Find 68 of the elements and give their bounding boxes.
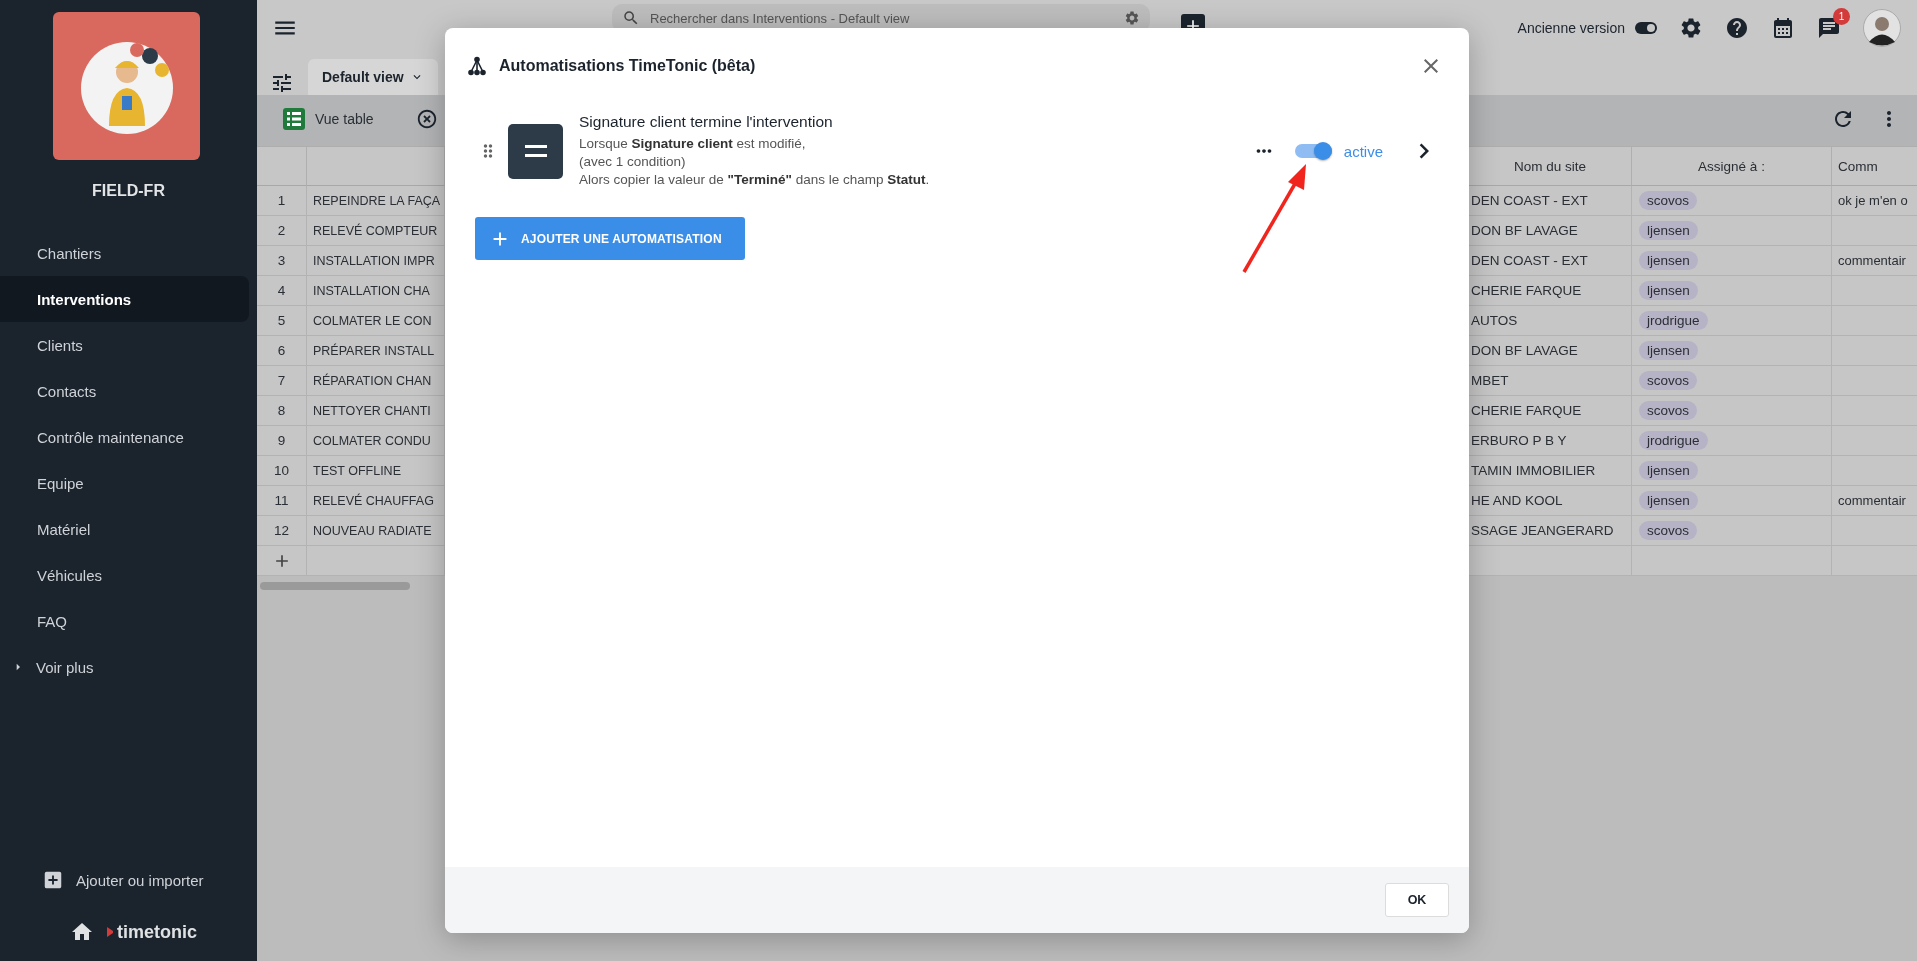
row-number: 1 — [257, 186, 307, 216]
row-number: 7 — [257, 366, 307, 396]
settings-icon[interactable] — [1679, 15, 1703, 40]
table-cell: commentair — [1832, 486, 1917, 516]
notification-badge: 1 — [1833, 7, 1850, 25]
row-number: 9 — [257, 426, 307, 456]
status-label: active — [1343, 142, 1383, 160]
avatar[interactable] — [1863, 8, 1901, 47]
assignee-tag: scovos — [1639, 191, 1698, 210]
assignee-tag: ljensen — [1639, 491, 1698, 510]
brand-logo: timetonic — [106, 921, 197, 943]
automation-description: Lorsque Signature client est modifié, (avec 1 condition) Alors copier la valeur de "Terminé" dans le champ Statut. — [579, 135, 930, 189]
assignee-tag: jrodrigue — [1639, 311, 1708, 330]
row-number: 3 — [257, 246, 307, 276]
ok-button[interactable]: OK — [1385, 883, 1449, 917]
nav-item[interactable]: Véhicules — [0, 552, 249, 598]
equals-icon — [508, 123, 563, 179]
nav-item[interactable]: Contrôle maintenance — [0, 414, 249, 460]
nav-item[interactable]: Matériel — [0, 506, 249, 552]
active-toggle[interactable] — [1294, 144, 1332, 158]
workspace-name: FIELD-FR — [92, 182, 165, 200]
assignee-tag: ljensen — [1639, 221, 1698, 240]
search-icon — [622, 9, 640, 27]
row-number: 8 — [257, 396, 307, 426]
search-field[interactable]: Rechercher dans Interventions - Default view — [648, 9, 1116, 27]
show-more-item[interactable]: Voir plus — [0, 644, 150, 690]
nav-item[interactable]: Equipe — [0, 460, 249, 506]
table-cell: commentair — [1832, 246, 1917, 276]
assignee-tag: scovos — [1639, 371, 1698, 390]
row-number: 10 — [257, 456, 307, 486]
filter-icon[interactable] — [270, 71, 294, 95]
automation-title: Signature client termine l'intervention — [579, 113, 834, 131]
automation-icon — [467, 55, 487, 76]
nav-item[interactable]: FAQ — [0, 598, 249, 644]
row-number: 5 — [257, 306, 307, 336]
assignee-tag: jrodrigue — [1639, 431, 1708, 450]
help-icon[interactable] — [1725, 15, 1749, 40]
assignee-tag: scovos — [1639, 521, 1698, 540]
settings-icon[interactable] — [1124, 10, 1140, 26]
view-tab[interactable]: Default view — [308, 59, 438, 95]
column-header[interactable]: Comm — [1832, 147, 1917, 186]
add-icon — [42, 869, 64, 891]
row-number: 4 — [257, 276, 307, 306]
nav-item[interactable]: Clients — [0, 322, 249, 368]
row-number: 12 — [257, 516, 307, 546]
column-header[interactable]: Assigné à : — [1632, 147, 1832, 186]
nav-item[interactable]: Chantiers — [0, 230, 249, 276]
nav-item[interactable]: Contacts — [0, 368, 249, 414]
clear-icon[interactable] — [415, 108, 438, 130]
scrollbar[interactable] — [260, 582, 410, 590]
calendar-icon[interactable] — [1771, 15, 1795, 40]
nav-item[interactable]: Interventions — [0, 276, 249, 322]
add-import-link[interactable]: Ajouter ou importer — [42, 865, 232, 895]
assignee-tag: ljensen — [1639, 281, 1698, 300]
table-cell: ok je m'en o — [1832, 186, 1917, 216]
row-number: 11 — [257, 486, 307, 516]
assignee-tag: ljensen — [1639, 341, 1698, 360]
old-version-label: Ancienne version — [1517, 19, 1625, 36]
assignee-tag: ljensen — [1639, 251, 1698, 270]
table-view-button[interactable]: Vue table — [282, 107, 374, 131]
chat-icon[interactable] — [1817, 15, 1841, 40]
row-number: 2 — [257, 216, 307, 246]
assignee-tag: ljensen — [1639, 461, 1698, 480]
row-number: 6 — [257, 336, 307, 366]
old-version-toggle[interactable] — [1635, 21, 1657, 34]
assignee-tag: scovos — [1639, 401, 1698, 420]
table-icon — [282, 107, 306, 131]
dialog-title: Automatisations TimeTonic (bêta) — [499, 56, 756, 75]
